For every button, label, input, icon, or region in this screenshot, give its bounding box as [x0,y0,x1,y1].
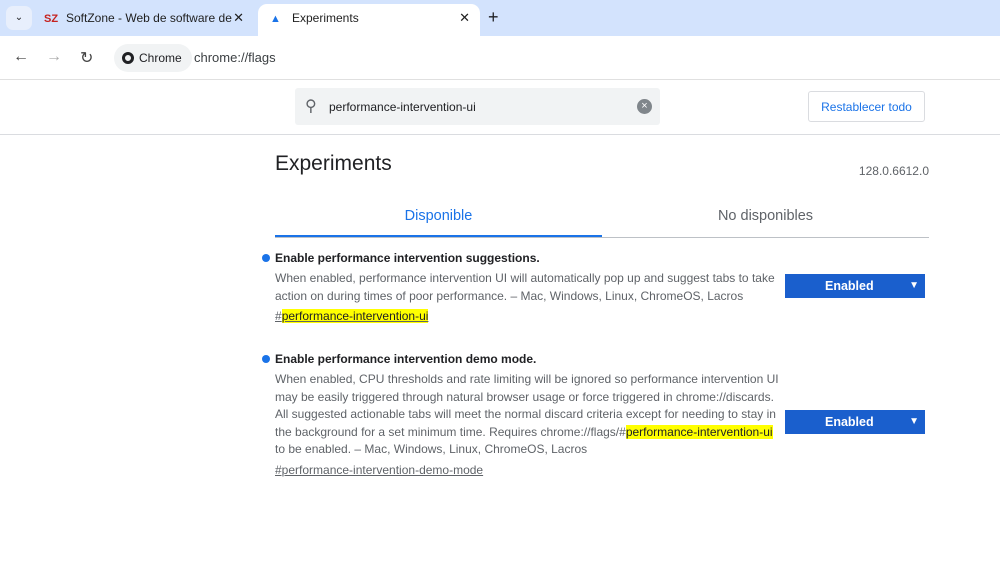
flask-icon: ▲ [270,12,281,25]
reload-icon[interactable]: ↻ [80,48,93,68]
enabled-dot-icon [262,355,270,363]
tab-title: SoftZone - Web de software de [66,11,232,25]
tab-title: Experiments [292,11,359,25]
search-icon: ⚲ [305,98,317,115]
tab-unavailable[interactable]: No disponibles [602,198,929,237]
page-title: Experiments [275,152,392,175]
reset-all-button[interactable]: Restablecer todo [808,91,925,122]
search-input[interactable] [329,88,629,125]
tab-experiments[interactable]: ▲ Experiments ✕ [258,4,480,36]
chevron-down-icon: ▼ [909,416,919,427]
experiment-item: Enable performance intervention suggesti… [262,250,929,325]
tab-softzone[interactable]: SZ SoftZone - Web de software de ✕ [36,4,254,36]
experiment-name: Enable performance intervention demo mod… [275,352,537,366]
chrome-logo-icon [122,52,134,64]
experiment-link[interactable]: #performance-intervention-ui [275,309,429,323]
experiment-link[interactable]: #performance-intervention-demo-mode [275,463,483,477]
forward-icon[interactable]: → [46,48,62,66]
experiment-item: Enable performance intervention demo mod… [262,351,929,479]
experiment-state-select[interactable]: Enabled ▼ [785,274,925,298]
tab-available[interactable]: Disponible [275,198,602,237]
experiment-state-select[interactable]: Enabled ▼ [785,410,925,434]
experiment-name: Enable performance intervention suggesti… [275,251,540,265]
version-label: 128.0.6612.0 [858,164,929,178]
tab-list: Disponible No disponibles [275,198,929,238]
search-box[interactable]: ⚲ × [295,88,660,125]
tab-search-button[interactable]: ⌄ [6,6,32,30]
new-tab-button[interactable]: + [488,6,499,28]
enabled-dot-icon [262,254,270,262]
toolbar: ← → ↻ Chrome chrome://flags [0,36,1000,80]
back-icon[interactable]: ← [13,48,29,66]
experiment-description: When enabled, performance intervention U… [275,271,775,303]
close-icon[interactable]: ✕ [459,4,470,32]
chevron-down-icon: ▼ [909,280,919,291]
close-icon[interactable]: ✕ [233,4,244,32]
site-info-chip[interactable]: Chrome [114,44,192,72]
flags-header: ⚲ × Restablecer todo [0,80,1000,135]
chevron-down-icon: ⌄ [14,12,24,23]
chip-label: Chrome [139,51,182,65]
tab-strip: ⌄ SZ SoftZone - Web de software de ✕ ▲ Exp… [0,0,1000,36]
softzone-logo-icon: SZ [44,12,59,25]
clear-search-icon[interactable]: × [637,99,652,114]
address-bar[interactable]: chrome://flags [194,44,276,72]
experiment-description: When enabled, CPU thresholds and rate li… [275,372,779,456]
